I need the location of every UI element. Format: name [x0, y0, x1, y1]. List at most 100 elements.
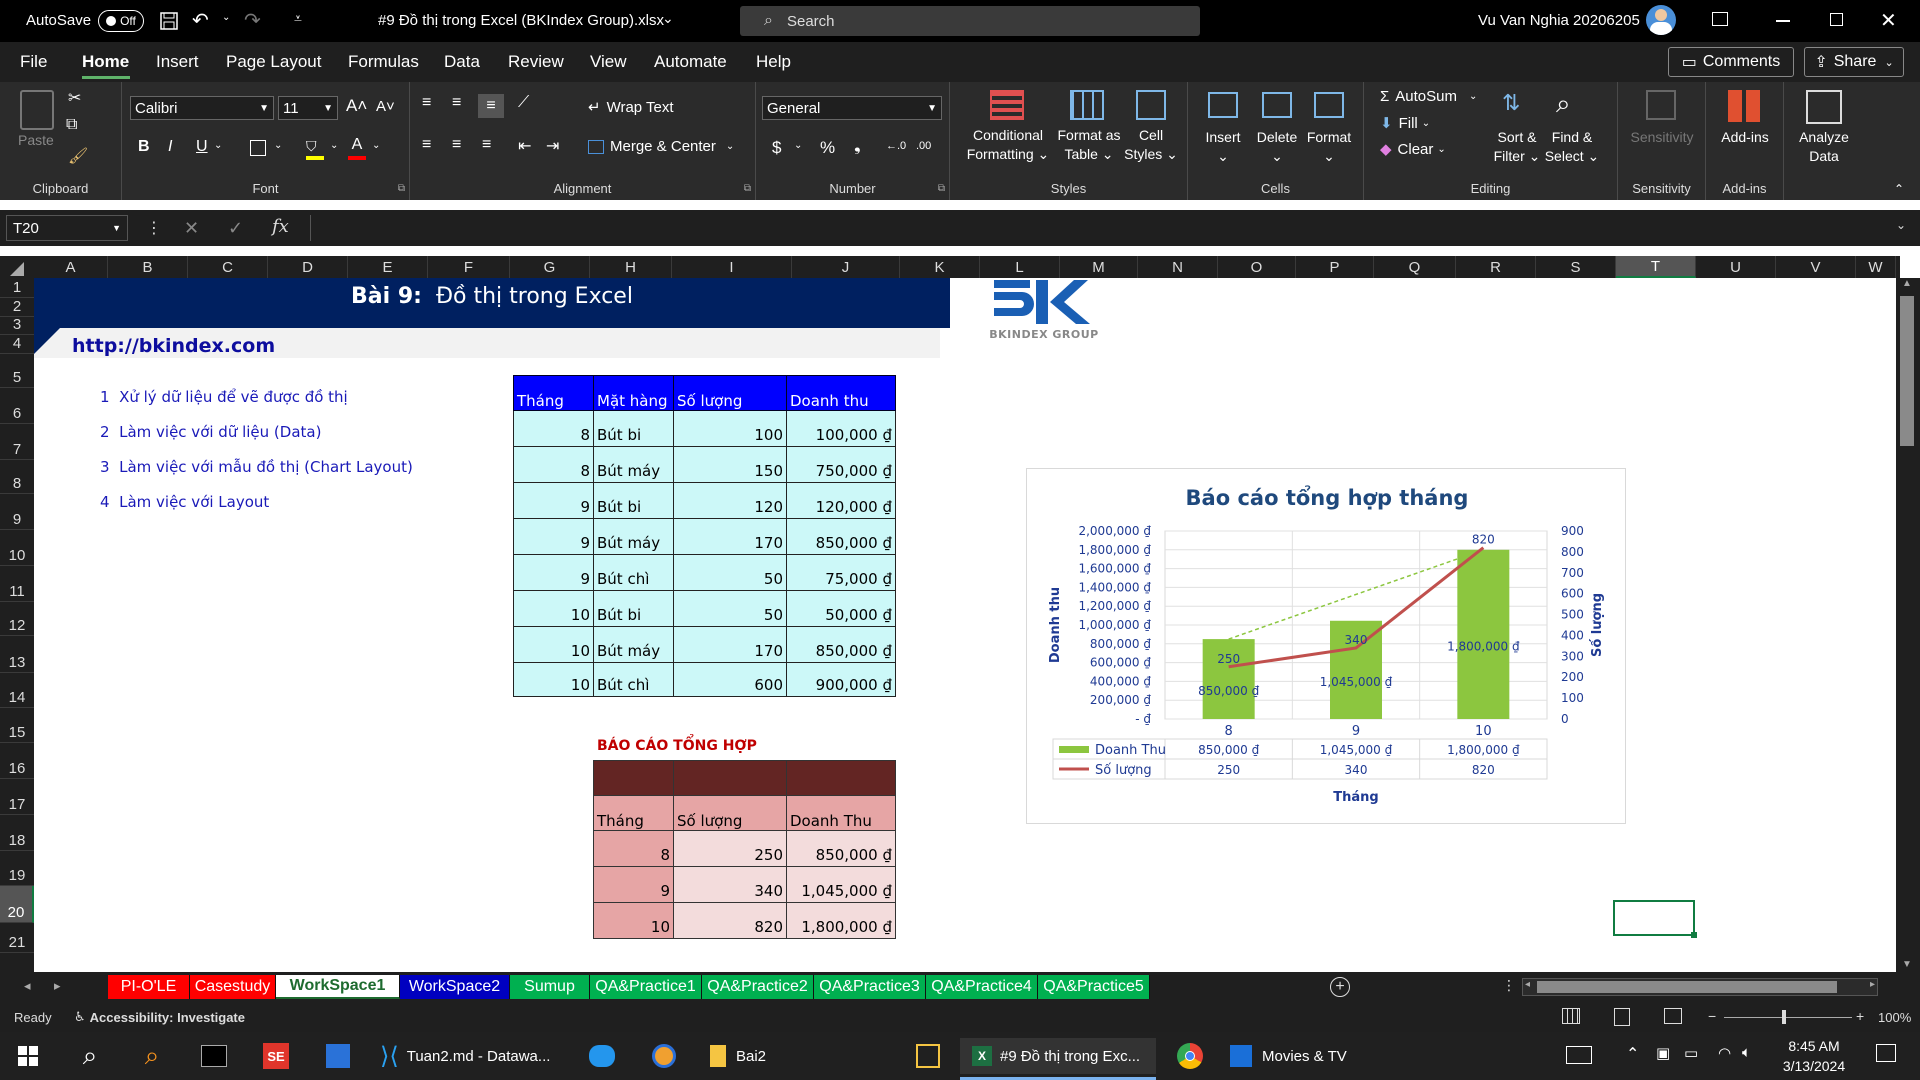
align-right-icon[interactable]: ≡: [482, 136, 491, 154]
file-title[interactable]: #9 Đồ thị trong Excel (BKIndex Group).xl…: [378, 12, 664, 29]
find-select-button[interactable]: Find & Select ⌄: [1542, 128, 1602, 166]
restore-icon[interactable]: [1830, 13, 1843, 26]
column-header-h[interactable]: H: [590, 256, 672, 278]
fill-handle[interactable]: [1691, 932, 1697, 938]
avatar[interactable]: [1646, 5, 1676, 35]
expand-formula-icon[interactable]: ⌄: [1896, 218, 1906, 232]
tab-help[interactable]: Help: [756, 52, 791, 72]
table-cell[interactable]: 75,000 ₫: [786, 554, 896, 591]
table-cell[interactable]: 750,000 ₫: [786, 446, 896, 483]
fill-button[interactable]: ⬇ Fill ⌄: [1380, 114, 1430, 133]
scroll-left-icon[interactable]: ◂: [1525, 979, 1530, 990]
find-select-icon[interactable]: ⌕: [1556, 88, 1571, 120]
zoom-level[interactable]: 100%: [1878, 1010, 1911, 1025]
table-cell[interactable]: Bút chì: [593, 662, 674, 697]
column-header-v[interactable]: V: [1776, 256, 1856, 278]
sheet-tab-casestudy[interactable]: Casestudy: [190, 975, 276, 999]
row-header-13[interactable]: 13: [0, 636, 34, 673]
sort-filter-icon[interactable]: ⇅: [1502, 90, 1520, 116]
wifi-icon[interactable]: ◠: [1718, 1044, 1731, 1062]
column-header-r[interactable]: R: [1456, 256, 1536, 278]
table-cell[interactable]: 9: [513, 518, 594, 555]
table-cell[interactable]: 850,000 ₫: [786, 626, 896, 663]
align-bottom-icon[interactable]: ≡: [478, 94, 504, 118]
paste-label[interactable]: Paste: [18, 132, 54, 148]
docker-icon[interactable]: [582, 1038, 622, 1074]
table-cell[interactable]: 100: [673, 410, 787, 447]
decrease-decimal-icon[interactable]: .00: [916, 140, 931, 152]
table-cell[interactable]: Bút bi: [593, 482, 674, 519]
analyze-data-icon[interactable]: [1806, 90, 1842, 124]
chevron-down-icon[interactable]: ⌄: [214, 140, 222, 151]
analyze-data-button[interactable]: Analyze Data: [1784, 128, 1864, 166]
close-icon[interactable]: ✕: [1880, 8, 1897, 33]
zoom-out-icon[interactable]: −: [1708, 1008, 1716, 1024]
table-cell[interactable]: 170: [673, 626, 787, 663]
autosave-toggle[interactable]: Off: [98, 10, 144, 32]
comments-button[interactable]: ▭ Comments: [1668, 47, 1794, 77]
windows-start-icon[interactable]: [8, 1038, 48, 1074]
sensitivity-icon[interactable]: [1646, 90, 1676, 120]
table-cell[interactable]: 50: [673, 590, 787, 627]
table-cell[interactable]: 9: [513, 554, 594, 591]
row-header-9[interactable]: 9: [0, 494, 34, 530]
table-cell[interactable]: 1,045,000 ₫: [786, 866, 896, 903]
table-cell[interactable]: 8: [513, 410, 594, 447]
accounting-format-icon[interactable]: $: [772, 138, 781, 158]
search-icon[interactable]: ⌕: [70, 1038, 110, 1074]
conditional-formatting-button[interactable]: Conditional Formatting ⌄: [960, 126, 1056, 164]
increase-decimal-icon[interactable]: ←.0: [886, 140, 906, 152]
row-header-14[interactable]: 14: [0, 673, 34, 708]
format-painter-icon[interactable]: 🖌: [68, 146, 88, 166]
row-header-16[interactable]: 16: [0, 743, 34, 779]
row-header-1[interactable]: 1: [0, 278, 34, 298]
browser-app-icon[interactable]: [644, 1038, 684, 1074]
zoom-in-icon[interactable]: +: [1856, 1008, 1864, 1024]
title-chevron-icon[interactable]: ⌄: [662, 10, 674, 27]
keyboard-icon[interactable]: [1566, 1046, 1592, 1064]
cell-styles-icon[interactable]: [1136, 90, 1166, 120]
delete-cells-icon[interactable]: [1262, 92, 1292, 118]
insert-cells-button[interactable]: Insert ⌄: [1194, 128, 1252, 166]
table-cell[interactable]: Bút bi: [593, 590, 674, 627]
column-header-k[interactable]: K: [900, 256, 980, 278]
column-header-i[interactable]: I: [672, 256, 792, 278]
row-header-12[interactable]: 12: [0, 602, 34, 636]
terminal-icon[interactable]: [194, 1038, 234, 1074]
search-box[interactable]: ⌕ Search: [740, 6, 1200, 36]
align-center-icon[interactable]: ≡: [452, 136, 461, 154]
clear-button[interactable]: ◆ Clear ⌄: [1380, 140, 1446, 159]
zoom-slider[interactable]: [1724, 1017, 1852, 1018]
borders-icon[interactable]: [250, 140, 266, 156]
row-header-3[interactable]: 3: [0, 316, 34, 335]
row-header-8[interactable]: 8: [0, 460, 34, 494]
column-header-c[interactable]: C: [188, 256, 268, 278]
column-header-d[interactable]: D: [268, 256, 348, 278]
tab-home[interactable]: Home: [82, 52, 129, 72]
chevron-down-icon[interactable]: ⌄: [372, 140, 380, 151]
format-cells-button[interactable]: Format ⌄: [1298, 128, 1360, 166]
bold-icon[interactable]: B: [138, 138, 150, 156]
addins-button[interactable]: Add-ins: [1706, 128, 1784, 147]
sheet-tab-qa-practice1[interactable]: QA&Practice1: [590, 975, 702, 999]
website-link[interactable]: http://bkindex.com: [72, 335, 275, 357]
clock[interactable]: 8:45 AM 3/13/2024: [1774, 1036, 1854, 1076]
prev-sheet-icon[interactable]: ◂: [24, 978, 31, 994]
row-header-11[interactable]: 11: [0, 566, 34, 602]
align-middle-icon[interactable]: ≡: [452, 94, 461, 112]
tab-insert[interactable]: Insert: [156, 52, 199, 72]
table-cell[interactable]: 340: [673, 866, 787, 903]
sheet-tab-qa-practice4[interactable]: QA&Practice4: [926, 975, 1038, 999]
worksheet-grid[interactable]: Bài 9: Đồ thị trong Excel http://bkindex…: [34, 278, 1896, 972]
table-cell[interactable]: 10: [513, 590, 594, 627]
scroll-up-icon[interactable]: ▲: [1902, 278, 1912, 289]
zoom-thumb[interactable]: [1782, 1010, 1786, 1024]
column-header-j[interactable]: J: [792, 256, 900, 278]
align-top-icon[interactable]: ≡: [422, 94, 431, 112]
table-cell[interactable]: Bút chì: [593, 554, 674, 591]
font-name-select[interactable]: Calibri ▼: [130, 96, 274, 120]
font-size-select[interactable]: 11 ▼: [278, 96, 338, 120]
column-header-l[interactable]: L: [980, 256, 1060, 278]
table-cell[interactable]: 10: [513, 662, 594, 697]
underline-icon[interactable]: U: [196, 138, 208, 156]
